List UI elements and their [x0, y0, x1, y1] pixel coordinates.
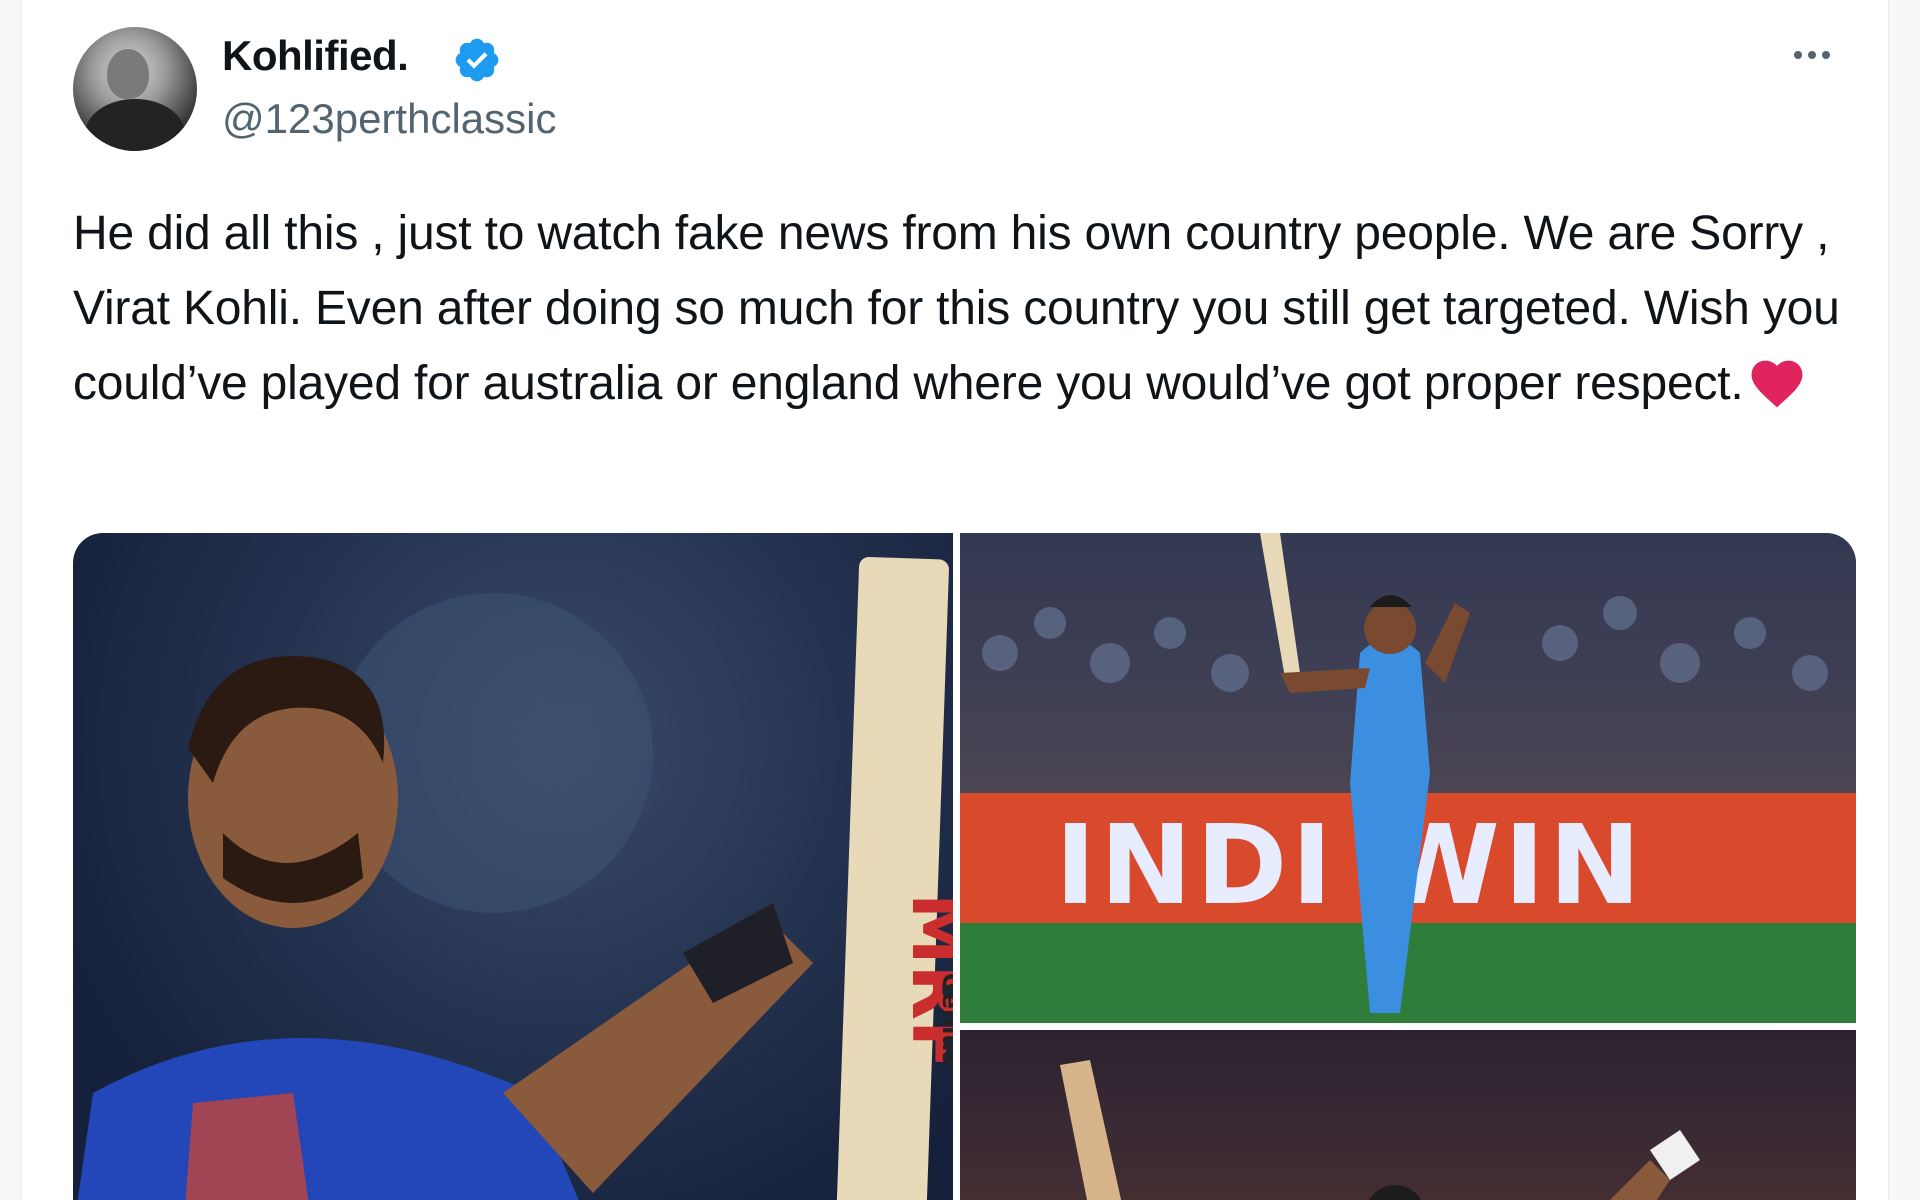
tweet-text: He did all this , just to watch fake new… — [73, 207, 1840, 410]
red-heart-icon — [1751, 360, 1802, 408]
author-display-name[interactable]: Kohlified. — [222, 32, 409, 80]
avatar-body — [85, 99, 185, 151]
verified-badge-icon — [455, 38, 499, 82]
tweet-card: Kohlified. @123perthclassic He did all t… — [21, 0, 1889, 1200]
media-image-batsman-raising-bat[interactable]: MRF Genius — [73, 533, 953, 1200]
media-image-celebration-india-win[interactable]: INDI WIN — [960, 533, 1856, 1023]
bat-model-label: Genius — [937, 973, 953, 1066]
more-dot — [1794, 51, 1802, 59]
avatar[interactable] — [73, 27, 197, 151]
media-grid: MRF Genius INDI WIN — [73, 533, 1856, 1200]
more-options-icon[interactable] — [1782, 30, 1842, 80]
photo-illustration — [1060, 1060, 1700, 1200]
banner-text: INDI WIN — [1055, 801, 1645, 929]
more-dot — [1822, 51, 1830, 59]
author-handle[interactable]: @123perthclassic — [222, 95, 556, 143]
media-image-raising-bat-close[interactable] — [960, 1030, 1856, 1200]
tweet-text-block: He did all this , just to watch fake new… — [73, 196, 1853, 421]
more-dot — [1808, 51, 1816, 59]
avatar-head — [107, 49, 149, 99]
photo-illustration: INDI WIN — [960, 533, 1856, 1023]
photo-illustration: MRF Genius — [77, 556, 953, 1200]
